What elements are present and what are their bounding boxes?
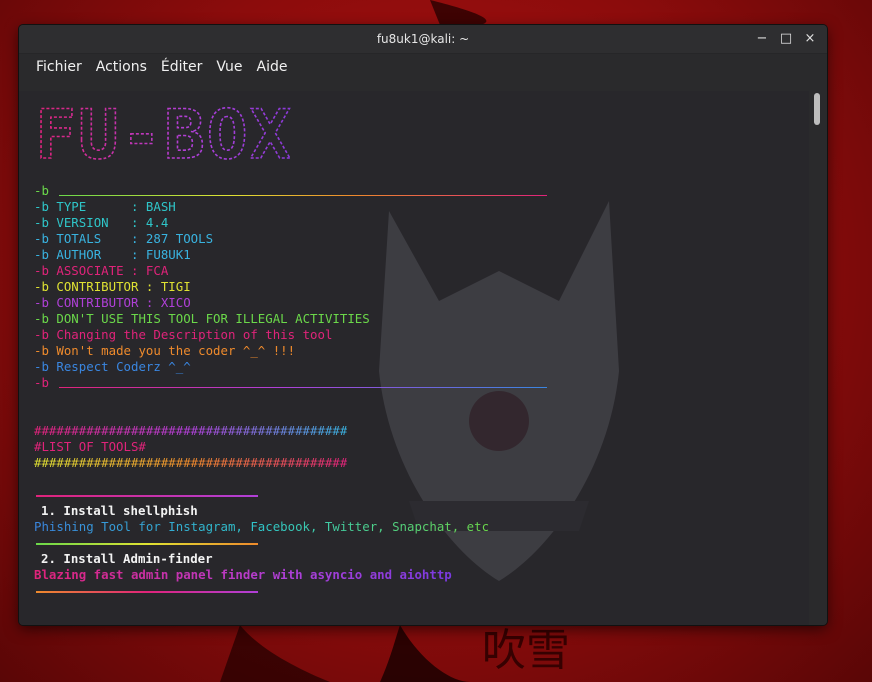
terminal-output[interactable]: FU-BOX -b -b TYPE : BASH -b VERSION : 4.4… bbox=[19, 91, 809, 625]
info-line: -b AUTHOR : FU8UK1 bbox=[34, 247, 191, 262]
tool-divider bbox=[36, 591, 258, 593]
banner-text: FU-BOX bbox=[35, 96, 293, 170]
scrollbar-thumb[interactable] bbox=[814, 93, 820, 125]
terminal-window: fu8uk1@kali: ~ − □ × Fichier Actions Édi… bbox=[19, 25, 827, 625]
close-icon[interactable]: × bbox=[803, 31, 817, 47]
info-line: -b CONTRIBUTOR : TIGI bbox=[34, 279, 191, 294]
list-header: #LIST OF TOOLS# bbox=[34, 439, 146, 454]
fubox-banner: FU-BOX bbox=[34, 95, 293, 170]
menu-aide[interactable]: Aide bbox=[252, 55, 293, 79]
scrollbar[interactable] bbox=[809, 91, 827, 625]
separator-bottom: -b bbox=[34, 375, 49, 390]
title-bar[interactable]: fu8uk1@kali: ~ − □ × bbox=[19, 25, 827, 54]
menu-fichier[interactable]: Fichier bbox=[31, 55, 87, 79]
menu-actions[interactable]: Actions bbox=[91, 55, 152, 79]
minimize-icon[interactable]: − bbox=[755, 31, 769, 47]
wallpaper-kanji: 吹雪 bbox=[482, 625, 570, 676]
maximize-icon[interactable]: □ bbox=[779, 31, 793, 47]
window-controls: − □ × bbox=[755, 31, 817, 47]
tool-2-title: 2. Install Admin-finder bbox=[41, 551, 213, 566]
menu-bar: Fichier Actions Éditer Vue Aide bbox=[19, 54, 827, 80]
note-line: -b Won't made you the coder ^_^ !!! bbox=[34, 343, 296, 358]
info-line: -b CONTRIBUTOR : XICO bbox=[34, 295, 191, 310]
info-line: -b TOTALS : 287 TOOLS bbox=[34, 231, 214, 246]
note-line: -b Changing the Description of this tool bbox=[34, 327, 333, 342]
tool-divider bbox=[36, 495, 258, 497]
menu-vue[interactable]: Vue bbox=[211, 55, 247, 79]
note-line: -b DON'T USE THIS TOOL FOR ILLEGAL ACTIV… bbox=[34, 311, 370, 326]
tool-divider bbox=[36, 543, 258, 545]
separator-top-line bbox=[59, 195, 547, 196]
hash-line-2: ########################################… bbox=[34, 455, 348, 470]
tool-1-title: 1. Install shellphish bbox=[41, 503, 198, 518]
note-line: -b Respect Coderz ^_^ bbox=[34, 359, 191, 374]
tool-1-desc: Phishing Tool for Instagram, Facebook, T… bbox=[34, 519, 490, 534]
info-line: -b VERSION : 4.4 bbox=[34, 215, 169, 230]
menu-editer[interactable]: Éditer bbox=[156, 55, 207, 79]
info-line: -b ASSOCIATE : FCA bbox=[34, 263, 169, 278]
separator-bottom-line bbox=[59, 387, 547, 388]
info-line: -b TYPE : BASH bbox=[34, 199, 176, 214]
hash-line-1: ########################################… bbox=[34, 423, 348, 438]
window-title: fu8uk1@kali: ~ bbox=[376, 32, 470, 46]
separator-top: -b bbox=[34, 183, 49, 198]
tool-2-desc: Blazing fast admin panel finder with asy… bbox=[34, 567, 452, 582]
